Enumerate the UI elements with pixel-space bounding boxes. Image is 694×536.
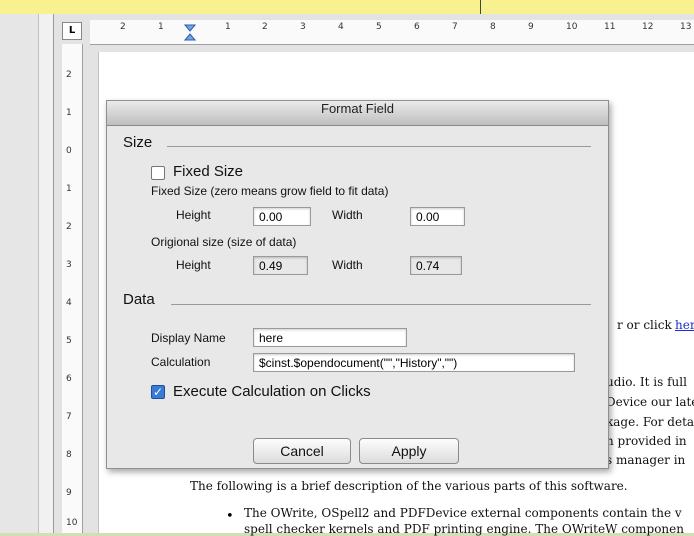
ruler-tick: 2	[66, 70, 72, 80]
orig-width-value: 0.74	[410, 256, 462, 275]
ruler-tick: 9	[528, 22, 534, 32]
document-text: s manager in	[606, 453, 686, 467]
ruler-tick: 7	[452, 22, 458, 32]
display-name-label: Display Name	[151, 331, 226, 345]
document-link[interactable]: here	[675, 318, 694, 332]
execute-on-clicks-checkbox[interactable]: ✓	[151, 385, 165, 399]
ruler-tick: 6	[414, 22, 420, 32]
ruler-tick: 12	[642, 22, 654, 32]
document-paragraph: The following is a brief description of …	[190, 479, 628, 493]
ruler-tick: 0	[66, 146, 72, 156]
ruler-tick: 7	[66, 412, 72, 422]
width-label: Width	[332, 208, 363, 222]
ruler-tick: 8	[66, 450, 72, 460]
fixed-size-checkbox[interactable]	[151, 166, 165, 180]
ruler-corner-tab-selector[interactable]: L	[62, 22, 82, 40]
ruler-tick: 4	[338, 22, 344, 32]
height-input[interactable]: 0.00	[253, 207, 311, 226]
apply-button[interactable]: Apply	[359, 438, 459, 464]
top-strip	[0, 0, 694, 15]
ruler-tick: 5	[66, 336, 72, 346]
format-field-dialog: Format Field Size Fixed Size Fixed Size …	[106, 100, 609, 469]
dialog-title[interactable]: Format Field	[107, 101, 608, 126]
vertical-ruler[interactable]: 2 1 0 1 2 3 4 5 6 7 8 9 10	[62, 44, 83, 533]
data-section-title: Data	[123, 291, 155, 308]
top-divider	[480, 0, 481, 14]
execute-on-clicks-label: Execute Calculation on Clicks	[173, 383, 371, 400]
height-label: Height	[176, 208, 211, 222]
original-size-label: Origional size (size of data)	[151, 235, 297, 249]
bullet-marker: •	[226, 509, 234, 524]
ruler-tick: 1	[66, 108, 72, 118]
ruler-tick: 1	[66, 184, 72, 194]
ruler-tick: 9	[66, 488, 72, 498]
ruler-tick: 5	[376, 22, 382, 32]
ruler-tick: 4	[66, 298, 72, 308]
display-name-input[interactable]: here	[253, 328, 407, 347]
fixed-size-label: Fixed Size	[173, 163, 244, 180]
ruler-tick: 6	[66, 374, 72, 384]
orig-height-label: Height	[176, 258, 211, 272]
size-section-divider	[167, 146, 591, 147]
orig-width-label: Width	[332, 258, 363, 272]
ruler-tick: 2	[262, 22, 268, 32]
ruler-tick: 10	[566, 22, 578, 32]
ruler-tick: 11	[604, 22, 616, 32]
document-bullet-text: spell checker kernels and PDF printing e…	[244, 522, 684, 536]
ruler-tick: 8	[490, 22, 496, 32]
calculation-input[interactable]: $cinst.$opendocument("","History","")	[253, 353, 575, 372]
app-window: L 2 1 1 2 3 4 5 6 7 8 9 10 11 12 13 2 1 …	[0, 0, 694, 536]
document-text: r or click	[617, 318, 672, 332]
fixed-size-hint: Fixed Size (zero means grow field to fit…	[151, 184, 389, 198]
orig-height-value: 0.49	[253, 256, 308, 275]
left-pane-scrollbar[interactable]	[38, 14, 53, 533]
indent-marker-icon[interactable]	[184, 24, 196, 44]
horizontal-ruler[interactable]: 2 1 1 2 3 4 5 6 7 8 9 10 11 12 13	[90, 20, 694, 45]
document-text: n provided in	[606, 434, 687, 448]
ruler-tick: 10	[66, 518, 78, 528]
ruler-tick: 2	[120, 22, 126, 32]
document-text: Device our late	[606, 395, 694, 409]
cancel-button[interactable]: Cancel	[253, 438, 351, 464]
width-input[interactable]: 0.00	[410, 207, 465, 226]
ruler-tick: 3	[300, 22, 306, 32]
calculation-label: Calculation	[151, 355, 211, 369]
document-text: udio. It is full	[606, 375, 687, 389]
ruler-tick: 2	[66, 222, 72, 232]
size-section-title: Size	[123, 134, 153, 151]
data-section-divider	[171, 304, 591, 305]
ruler-tick: 1	[225, 22, 231, 32]
ruler-tick: 13	[680, 22, 692, 32]
ruler-tick: 3	[66, 260, 72, 270]
left-pane	[0, 14, 54, 533]
document-text: kage. For deta	[606, 415, 694, 429]
document-bullet-text: The OWrite, OSpell2 and PDFDevice extern…	[244, 506, 682, 520]
ruler-tick: 1	[158, 22, 164, 32]
